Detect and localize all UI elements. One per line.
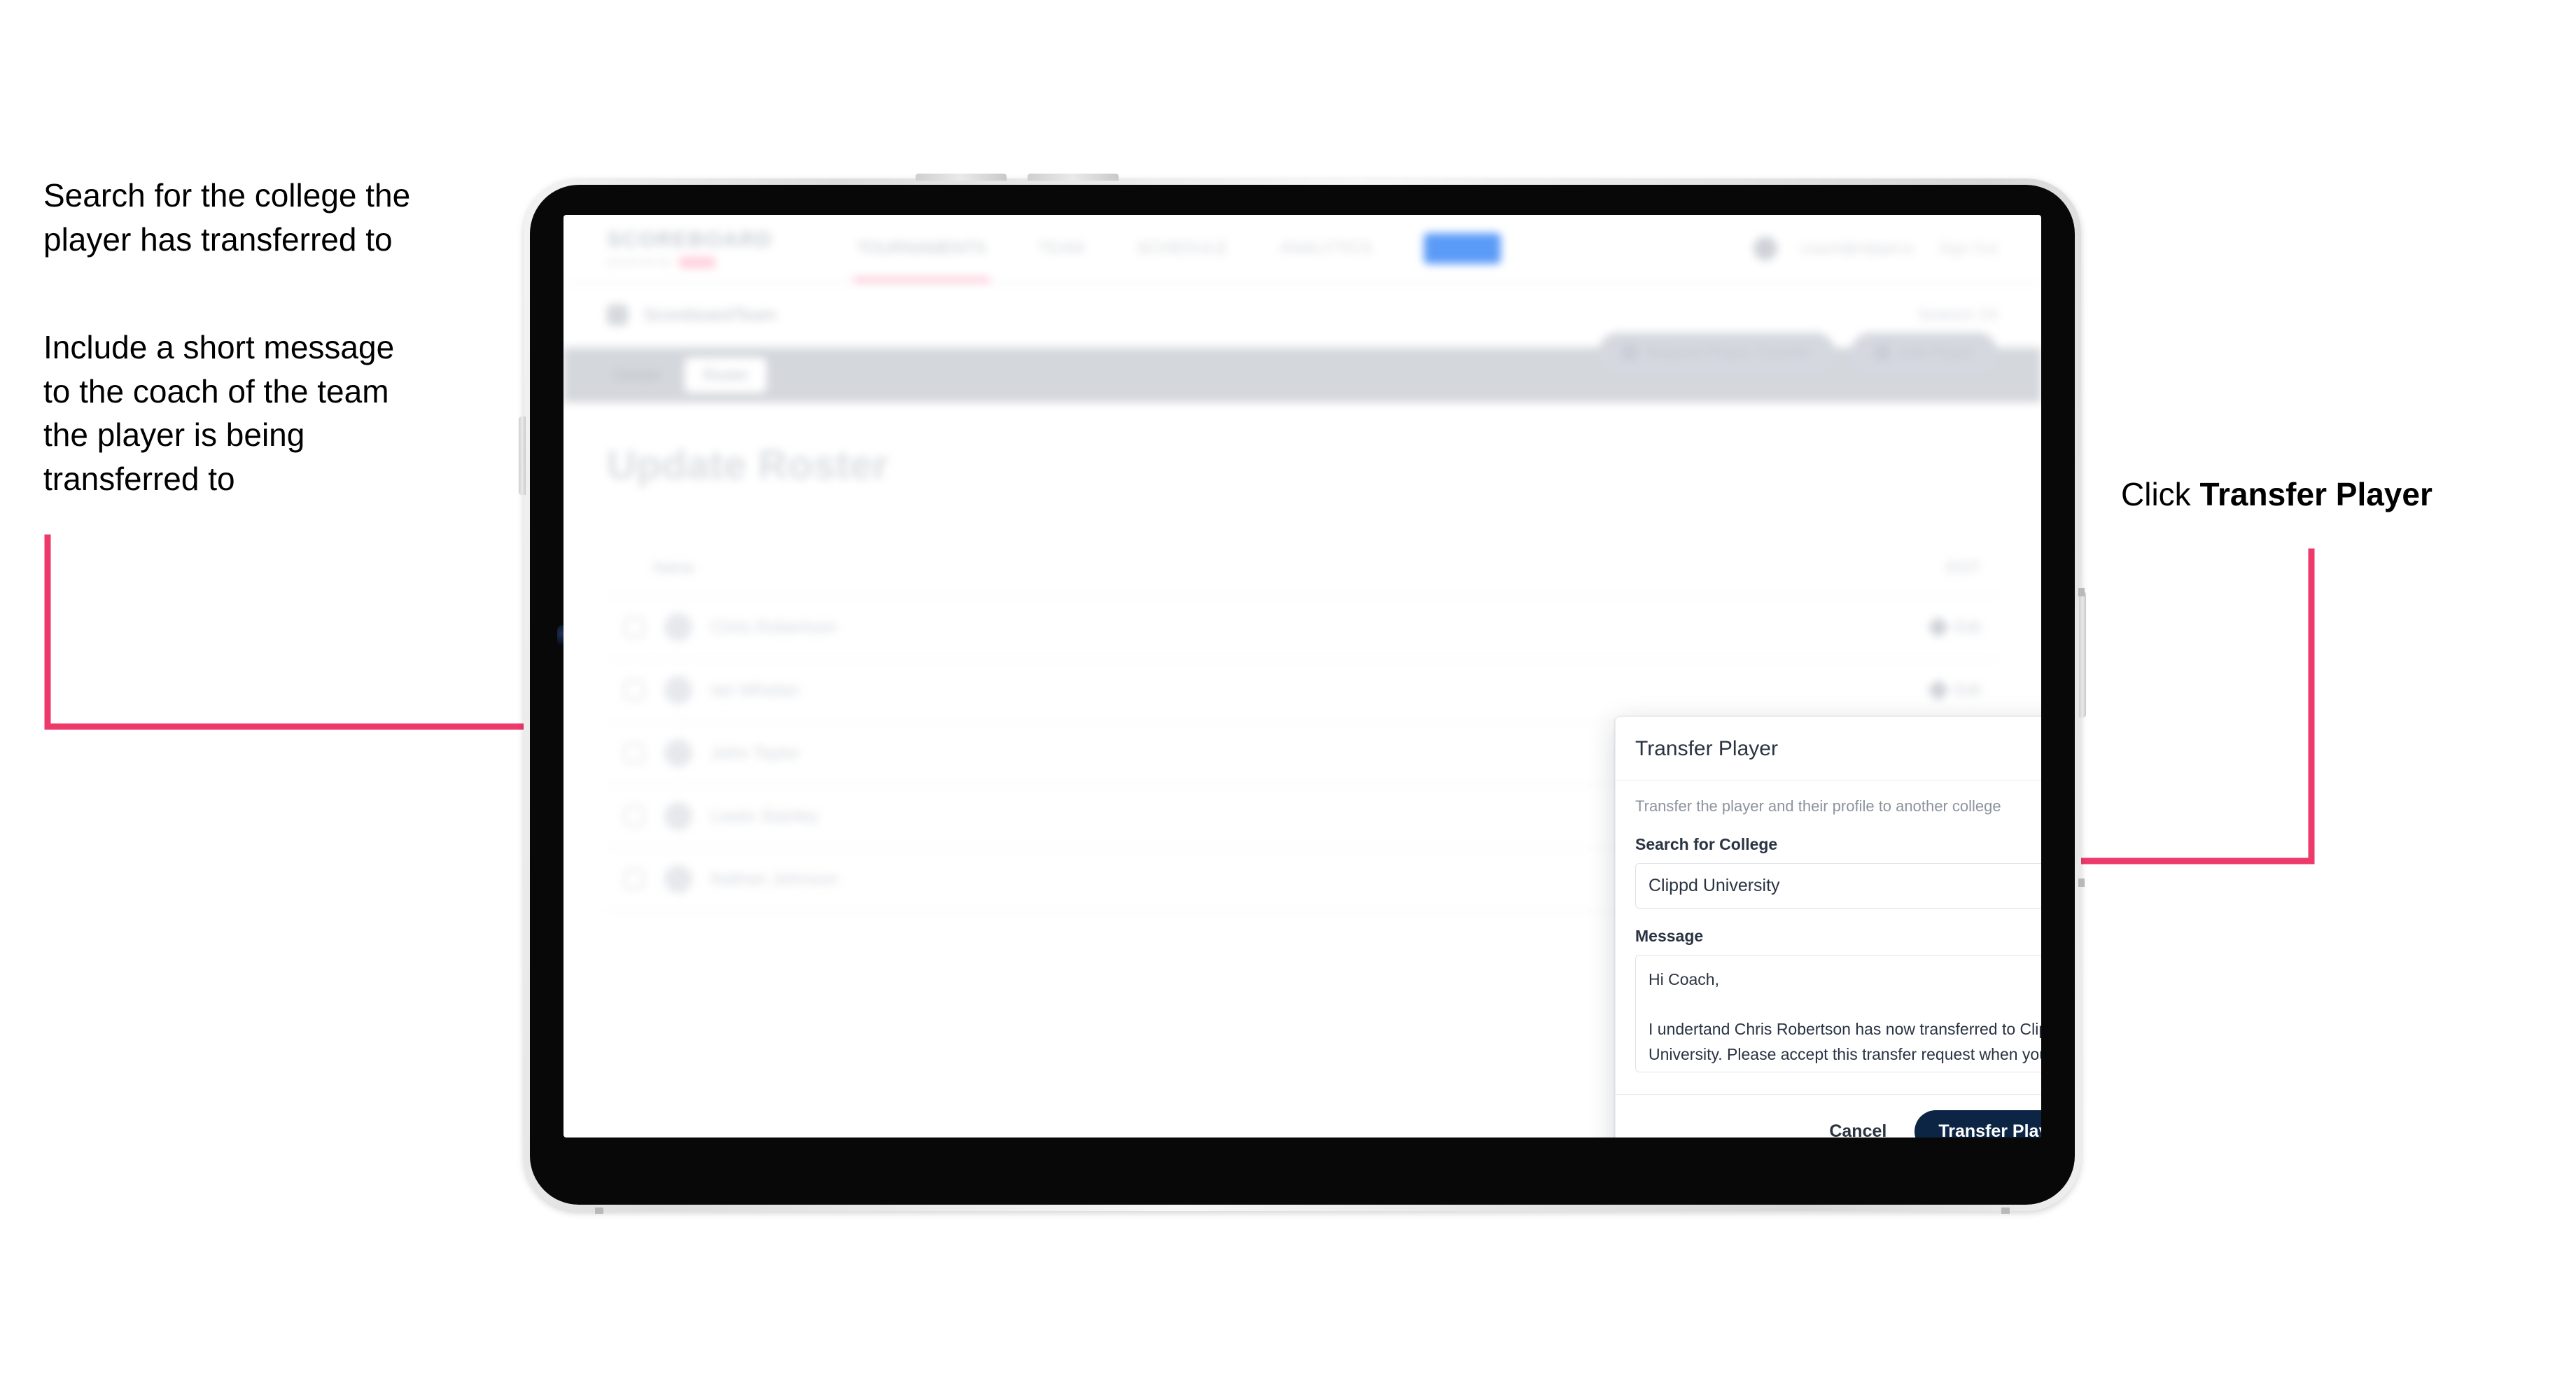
plus-icon (1875, 345, 1891, 360)
speaker-grill-bottom-left (595, 1208, 603, 1214)
dialog-body: Transfer the player and their profile to… (1616, 780, 2041, 1094)
player-name: John Taylor (710, 743, 800, 763)
dialog-header: Transfer Player ✕ (1616, 717, 2041, 780)
message-textarea[interactable]: Hi Coach, I undertand Chris Robertson ha… (1635, 955, 2041, 1072)
speaker-grill-top-right (2078, 588, 2085, 596)
transfer-icon (1622, 345, 1638, 360)
nav-right: coach@clippd.io Sign Out (1753, 237, 1998, 260)
message-label: Message (1635, 927, 1704, 945)
avatar[interactable] (1753, 237, 1777, 260)
transfer-player-submit-button[interactable]: Transfer Player (1914, 1110, 2041, 1138)
add-player-button[interactable]: Add Player (1851, 332, 1998, 373)
pencil-icon (1927, 616, 1949, 638)
player-avatar (664, 802, 692, 830)
player-avatar (664, 739, 692, 767)
row-edit-label: Edit (1954, 681, 1981, 699)
nav-link-tournaments[interactable]: TOURNAMENTS (852, 239, 990, 282)
nav-user-email: coach@clippd.io (1800, 239, 1914, 257)
pencil-icon (1927, 679, 1949, 701)
player-name: Nathan Johnson (710, 869, 839, 889)
breadcrumb-icon (607, 304, 628, 326)
nav-link-analytics[interactable]: ANALYTICS (1280, 239, 1372, 258)
add-player-label: Add Player (1898, 344, 1974, 361)
row-edit-action[interactable]: Edit (1927, 616, 1981, 638)
annotation-search-college: Search for the college the player has tr… (43, 177, 411, 258)
tab-roster[interactable]: Roster (685, 358, 767, 393)
row-edit-action[interactable]: Edit (1927, 679, 1981, 701)
brand-subtext: powered by (607, 256, 672, 268)
player-name: Chris Robertson (710, 617, 837, 637)
annotation-right-prefix: Click (2121, 476, 2200, 512)
sign-out-link[interactable]: Sign Out (1938, 239, 1998, 258)
player-name: Lewis Stanley (710, 806, 819, 826)
volume-down-button[interactable] (1028, 174, 1119, 181)
table-row[interactable]: Ian Whelan Edit (607, 659, 1998, 722)
annotation-include-message: Include a short message to the coach of … (43, 329, 395, 497)
app-navbar: SCOREBOARD powered by TOURNAMENTS TEAM S… (564, 215, 2041, 284)
search-college-label: Search for College (1635, 835, 1778, 853)
dialog-title: Transfer Player (1635, 737, 1778, 760)
page-actions: Request Player Transfer Add Player (1598, 332, 1998, 373)
brand-logo[interactable]: SCOREBOARD powered by (607, 228, 773, 269)
roster-table-header: Name EDIT (607, 549, 1998, 596)
tablet-device: SCOREBOARD powered by TOURNAMENTS TEAM S… (519, 174, 2086, 1214)
cancel-button[interactable]: Cancel (1825, 1121, 1891, 1138)
smart-connector (2079, 592, 2086, 718)
nav-link-more[interactable]: MORE (1423, 233, 1501, 264)
row-checkbox[interactable] (624, 743, 645, 764)
dialog-subtitle: Transfer the player and their profile to… (1635, 797, 2001, 815)
request-player-transfer-button[interactable]: Request Player Transfer (1598, 332, 1836, 373)
brand-chip (678, 257, 715, 268)
column-header-edit: EDIT (1945, 559, 1981, 576)
annotation-right-bold: Transfer Player (2199, 476, 2432, 512)
request-player-transfer-label: Request Player Transfer (1646, 344, 1812, 361)
speaker-grill-bottom-right (2078, 878, 2085, 887)
player-avatar (664, 613, 692, 641)
tab-details[interactable]: Details (596, 358, 679, 393)
row-checkbox[interactable] (624, 617, 645, 638)
transfer-player-dialog: Transfer Player ✕ Transfer the player an… (1615, 716, 2041, 1138)
annotation-click-transfer-player: Click Transfer Player (2121, 472, 2555, 517)
breadcrumb-season[interactable]: Season 24 (1917, 305, 1998, 325)
player-avatar (664, 865, 692, 893)
brand-subline: powered by (607, 256, 773, 269)
brand-wordmark: SCOREBOARD (607, 228, 773, 251)
page-title: Update Roster (607, 442, 889, 488)
nav-links: TOURNAMENTS TEAM SCHEDULE ANALYTICS MORE (852, 233, 1501, 282)
dialog-footer: Cancel Transfer Player (1616, 1094, 2041, 1138)
row-checkbox[interactable] (624, 869, 645, 890)
row-checkbox[interactable] (624, 680, 645, 701)
breadcrumb-muted: Team (734, 304, 777, 325)
player-avatar (664, 676, 692, 704)
row-edit-label: Edit (1954, 618, 1981, 636)
volume-up-button[interactable] (916, 174, 1007, 181)
table-row[interactable]: Chris Robertson Edit (607, 596, 1998, 659)
breadcrumb-title[interactable]: Scoreboard (643, 305, 734, 326)
nav-link-schedule[interactable]: SCHEDULE (1136, 239, 1228, 258)
nav-link-team[interactable]: TEAM (1038, 239, 1085, 258)
column-header-name: Name (653, 559, 694, 576)
tablet-screen: SCOREBOARD powered by TOURNAMENTS TEAM S… (564, 215, 2041, 1138)
speaker-grill-bottom-right-2 (2001, 1208, 2010, 1214)
row-checkbox[interactable] (624, 806, 645, 827)
search-college-input[interactable] (1635, 863, 2041, 909)
power-button[interactable] (519, 416, 526, 495)
player-name: Ian Whelan (710, 680, 799, 700)
